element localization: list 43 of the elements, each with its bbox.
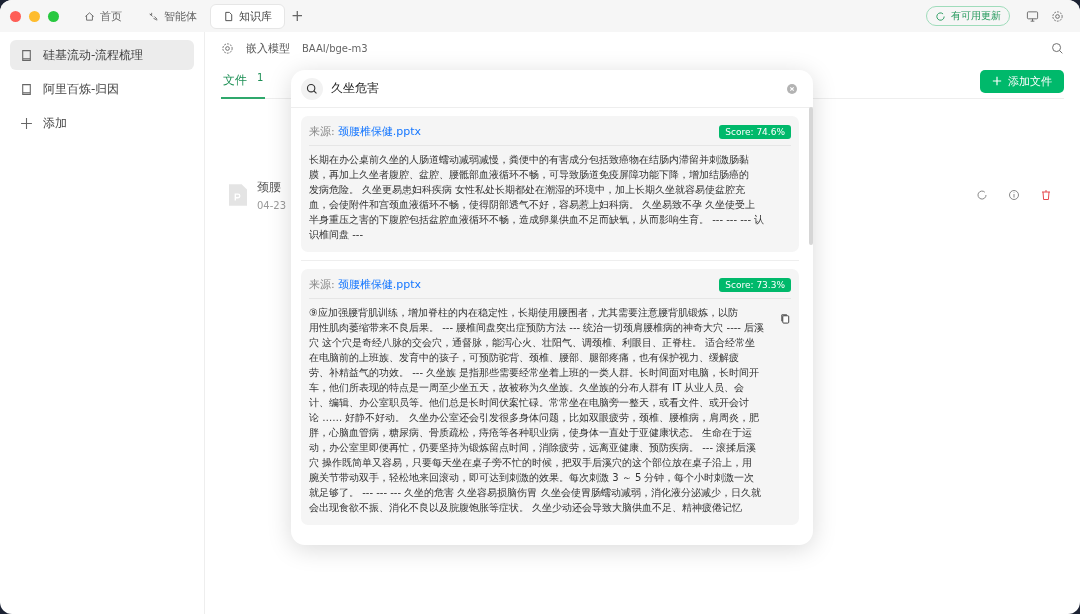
book-icon bbox=[20, 48, 33, 62]
files-tab[interactable]: 文件 1 bbox=[221, 64, 266, 99]
file-name: 颈腰 bbox=[257, 179, 282, 196]
result-text: ⑨应加强腰背肌训练，增加脊柱的内在稳定性，长期使用腰围者，尤其需要注意腰背肌锻炼，以防 用性肌肉萎缩带来不良后果。 --- 腰椎间盘突出症预防方法 --- 统治一切颈肩腰椎病的神奇大穴 ---- 后溪 穴 这个穴是奇经八脉的交会穴，通督脉，能泻心火、壮阳气、调颈椎、利眼目、正脊柱。 适合经常坐 在电脑前的上班族、发育中的孩子，可预防驼背、颈椎、腰部、腿部疼痛，也有保护视力、缓解疲 劳、补精益气的功效。 --- 久坐族 是指那些需要经常坐着上班的一类人群。长时间面对电脑，长时间开 车，他们所表现的特点是一周至少坐五天，故被称为久坐族。久坐族的分布人群有 IT 从业人员、会 计、编辑、办公室职员等。他们总是长时间伏案忙碌。常常坐在电脑旁一整天，或看文件、或开会讨 论 …… 好静不好动。 久坐办公室还会引发很多身体问题，比如双眼疲劳，颈椎、腰椎病，肩周炎，肥 胖，心脑血管病，糖尿病、骨质疏松，痔疮等各种职业病，使身体一直处于亚健康状态。 生命在于运 动，办公室里即便再忙，仍要坚持为锻炼留点时间，消除疲劳，远离亚健康、预防疾病。 --- 滚揉后溪 穴 操作既简单又容易，只要每天坐在桌子旁不忙的时候，把双手后溪穴的这个部位放在桌子沿上，用 腕关节带动双手，轻松地来回滚动，即可达到刺激的效果。每次刺激 3 ～ 5 分钟，每个小时刺激一次 就足够了。 --- --- --- 久坐的危害 久坐容易损脑伤胃 久坐会使胃肠蠕动减弱，消化液分泌减少，日久就 会出现食欲不振、消化不良以及脘腹饱胀等症状。 久坐少动还会导致大脑供血不足、精神疲倦记忆 bbox=[309, 306, 766, 515]
source-label: 来源: bbox=[309, 277, 335, 292]
book-icon bbox=[20, 82, 33, 96]
app-tab[interactable]: 智能体 bbox=[135, 3, 210, 29]
clear-icon[interactable] bbox=[787, 83, 797, 94]
app-tab[interactable]: 知识库 bbox=[210, 3, 285, 29]
score-badge: Score: 73.3% bbox=[719, 277, 791, 292]
minimize-button[interactable] bbox=[29, 10, 40, 22]
home-icon bbox=[84, 10, 95, 22]
plus-icon bbox=[992, 76, 1002, 86]
add-button[interactable]: 添加 bbox=[10, 108, 194, 138]
copy-icon[interactable] bbox=[780, 313, 791, 324]
file-icon bbox=[223, 10, 234, 22]
app-tab[interactable]: 首页 bbox=[71, 3, 135, 29]
sparkle-icon bbox=[148, 10, 159, 22]
search-icon[interactable] bbox=[1051, 41, 1064, 55]
score-badge: Score: 74.6% bbox=[719, 124, 791, 139]
close-button[interactable] bbox=[10, 10, 21, 22]
knowledge-base-item[interactable]: 阿里百炼-归因 bbox=[10, 74, 194, 104]
ppt-file-icon bbox=[229, 184, 247, 206]
delete-icon[interactable] bbox=[1040, 189, 1052, 201]
model-value: BAAI/bge-m3 bbox=[302, 42, 368, 54]
plus-icon bbox=[20, 116, 33, 130]
source-link[interactable]: 颈腰椎保健.pptx bbox=[337, 124, 421, 139]
result-text: 长期在办公桌前久坐的人肠道蠕动减弱减慢，粪便中的有害成分包括致癌物在结肠内滞留并刺激肠黏 膜，再加上久坐者腹腔、盆腔、腰骶部血液循环不畅，可导致肠道免疫屏障功能下降，增加结肠癌的 发病危险。 久坐更易患妇科疾病 女性私处长期都处在潮湿的环境中，加上长期久坐就容易使盆腔充 血，会使附件和宫颈血液循环不畅，使得阴部透气不好，容易惹上妇科病。 久坐易致不孕 久坐使受上 半身重压之害的下腹腔包括盆腔血液循环不畅，造成卵巢供血不足而缺氧，从而影响生育。 --- --- --- 认 识椎间盘 --- bbox=[309, 153, 766, 242]
settings-icon[interactable] bbox=[1051, 9, 1064, 23]
settings-icon[interactable] bbox=[221, 41, 234, 55]
search-icon bbox=[306, 82, 318, 95]
source-link[interactable]: 颈腰椎保健.pptx bbox=[337, 277, 421, 292]
search-field[interactable]: 久坐危害 bbox=[331, 81, 779, 96]
refresh-icon bbox=[935, 10, 946, 22]
refresh-icon[interactable] bbox=[976, 189, 988, 201]
file-date: 04-23 bbox=[257, 200, 287, 211]
monitor-icon[interactable] bbox=[1026, 9, 1039, 23]
model-label: 嵌入模型 bbox=[246, 40, 290, 56]
info-icon[interactable] bbox=[1008, 189, 1020, 201]
knowledge-base-item[interactable]: 硅基流动-流程梳理 bbox=[10, 40, 194, 70]
maximize-button[interactable] bbox=[48, 10, 59, 22]
new-tab-button[interactable]: + bbox=[291, 7, 304, 25]
source-label: 来源: bbox=[309, 124, 335, 139]
